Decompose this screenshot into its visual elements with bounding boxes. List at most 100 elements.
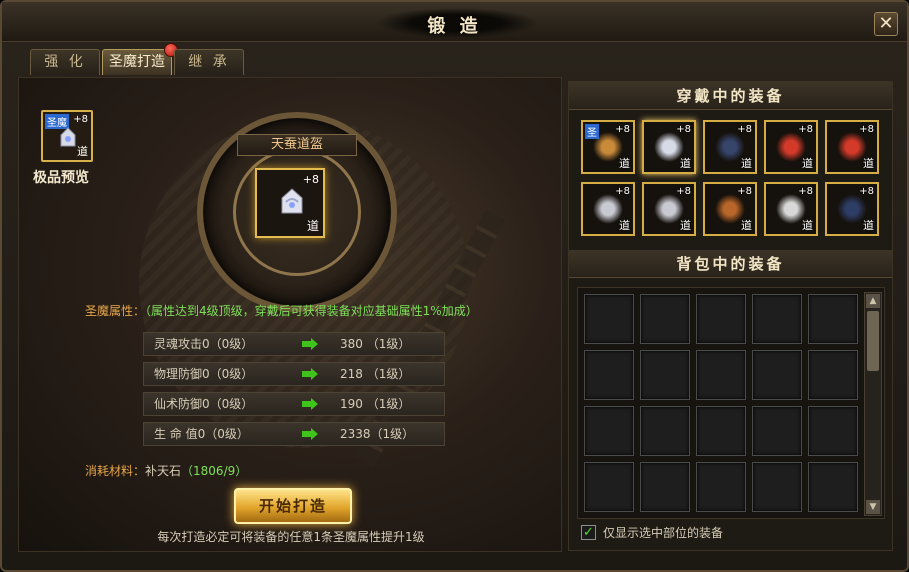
equipped-slot[interactable]: +8 道 (825, 182, 879, 236)
stat-name: 生 命 值0（0级） (154, 427, 249, 441)
equipped-slot[interactable]: +8 道 (764, 182, 818, 236)
attribute-header: 圣魔属性：（属性达到4级顶级，穿戴后可获得装备对应基础属性1%加成） (85, 302, 478, 319)
bag-slot[interactable] (808, 294, 858, 344)
bag-grid: ▲ ▼ (577, 287, 885, 519)
plus-level: +8 (798, 186, 813, 197)
stat-value: 380 （1级） (340, 337, 411, 351)
equipped-slot[interactable]: +8 道 (703, 120, 757, 174)
holy-tag: 圣 (585, 124, 599, 139)
bag-slot[interactable] (640, 350, 690, 400)
plus-level: +8 (859, 124, 874, 135)
bag-slot[interactable] (808, 406, 858, 456)
cost-label: 消耗材料： (85, 464, 146, 478)
plus-level: +8 (73, 114, 88, 125)
bag-slot[interactable] (752, 462, 802, 512)
equipped-slot[interactable]: +8 道 (581, 182, 635, 236)
helmet-icon (281, 188, 303, 214)
bag-slot[interactable] (808, 350, 858, 400)
stat-value: 190 （1级） (340, 397, 411, 411)
tab-inherit[interactable]: 继 承 (174, 49, 244, 75)
equipped-header: 穿戴中的装备 (569, 82, 892, 110)
equipped-slot[interactable]: +8 道 (642, 120, 696, 174)
plus-level: +8 (737, 124, 752, 135)
scroll-down-button[interactable]: ▼ (866, 500, 880, 514)
plus-level: +8 (798, 124, 813, 135)
stat-row: 生 命 值0（0级） 2338（1级） (143, 422, 445, 446)
bag-scrollbar[interactable]: ▲ ▼ (864, 292, 882, 516)
bag-slot[interactable] (584, 406, 634, 456)
class-tag: 道 (741, 219, 752, 232)
class-tag: 道 (680, 157, 691, 170)
bag-slot[interactable] (584, 350, 634, 400)
scroll-up-button[interactable]: ▲ (866, 294, 880, 308)
class-tag: 道 (680, 219, 691, 232)
stat-value: 218 （1级） (340, 367, 411, 381)
stat-row: 仙术防御0（0级） 190 （1级） (143, 392, 445, 416)
equipped-slot[interactable]: 圣 +8 道 (581, 120, 635, 174)
forge-item-name: 天蚕道盔 (237, 134, 357, 156)
plus-level: +8 (859, 186, 874, 197)
bag-slot[interactable] (808, 462, 858, 512)
stat-row: 灵魂攻击0（0级） 380 （1级） (143, 332, 445, 356)
close-button[interactable]: ✕ (874, 12, 898, 36)
filter-checkbox[interactable]: ✓ (581, 525, 596, 540)
title-bar: 锻 造 ✕ (2, 2, 907, 42)
equipped-slot[interactable]: +8 道 (642, 182, 696, 236)
best-preview-slot[interactable]: 圣魔 +8 道 (41, 110, 93, 162)
bag-slot[interactable] (752, 294, 802, 344)
plus-level: +8 (615, 124, 630, 135)
bag-slot[interactable] (752, 350, 802, 400)
class-tag: 道 (802, 219, 813, 232)
plus-level: +8 (615, 186, 630, 197)
stat-name: 物理防御0（0级） (154, 367, 254, 381)
bag-slot[interactable] (696, 406, 746, 456)
class-tag: 道 (77, 145, 88, 158)
tab-holy-demon-forge[interactable]: 圣魔打造 (102, 43, 178, 75)
bag-slot[interactable] (584, 294, 634, 344)
class-tag: 道 (802, 157, 813, 170)
equipped-slot[interactable]: +8 道 (703, 182, 757, 236)
class-tag: 道 (619, 157, 630, 170)
forge-item-slot[interactable]: +8 道 (255, 168, 325, 238)
bag-slot[interactable] (696, 350, 746, 400)
plus-level: +8 (737, 186, 752, 197)
plus-level: +8 (676, 186, 691, 197)
forge-window: 锻 造 ✕ 强 化 圣魔打造 继 承 圣魔 +8 道 极品预览 天蚕道盔 +8 (0, 0, 909, 572)
bag-header: 背包中的装备 (569, 250, 892, 278)
attribute-note: （属性达到4级顶级，穿戴后可获得装备对应基础属性1%加成） (145, 304, 478, 318)
tab-strengthen[interactable]: 强 化 (30, 49, 100, 75)
bag-slot[interactable] (584, 462, 634, 512)
best-preview-label: 极品预览 (33, 170, 89, 186)
plus-level: +8 (302, 173, 319, 186)
arrow-right-icon (302, 368, 318, 380)
bag-slot[interactable] (696, 462, 746, 512)
tab-label: 圣魔打造 (109, 54, 165, 70)
scroll-thumb[interactable] (867, 311, 879, 371)
arrow-right-icon (302, 398, 318, 410)
stat-name: 灵魂攻击0（0级） (154, 337, 254, 351)
stat-row: 物理防御0（0级） 218 （1级） (143, 362, 445, 386)
filter-label: 仅显示选中部位的装备 (603, 526, 724, 540)
class-tag: 道 (306, 219, 319, 233)
equipment-panel: 穿戴中的装备 圣 +8 道 +8 道 +8 道 +8 道 +8 道 +8 道 +8 道 +8 道 +8 道 +8 道 背… (568, 81, 893, 551)
bag-slot[interactable] (640, 294, 690, 344)
bag-slot[interactable] (696, 294, 746, 344)
class-tag: 道 (863, 219, 874, 232)
window-title: 锻 造 (427, 16, 482, 37)
class-tag: 道 (619, 219, 630, 232)
attribute-title: 圣魔属性： (85, 304, 146, 318)
forge-panel: 圣魔 +8 道 极品预览 天蚕道盔 +8 道 圣魔属性：（属性达到4级顶级，穿戴… (18, 77, 562, 552)
start-forge-button[interactable]: 开始打造 (234, 488, 352, 524)
class-tag: 道 (741, 157, 752, 170)
stat-name: 仙术防御0（0级） (154, 397, 254, 411)
stat-value: 2338（1级） (340, 427, 415, 441)
equipped-slot[interactable]: +8 道 (825, 120, 879, 174)
bag-slot[interactable] (752, 406, 802, 456)
class-tag: 道 (863, 157, 874, 170)
cost-item: 补天石 (145, 464, 182, 478)
material-cost: 消耗材料：补天石（1806/9） (85, 462, 247, 479)
bag-slot[interactable] (640, 406, 690, 456)
bag-slot[interactable] (640, 462, 690, 512)
cost-amount: （1806/9） (181, 464, 248, 478)
equipped-slot[interactable]: +8 道 (764, 120, 818, 174)
